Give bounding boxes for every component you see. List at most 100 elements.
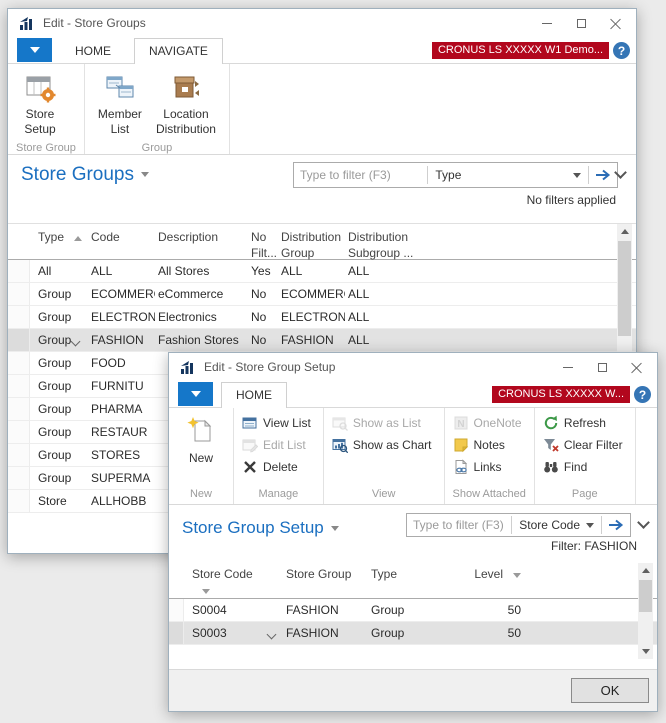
page-title[interactable]: Store Groups	[21, 164, 149, 186]
tab-home[interactable]: HOME	[221, 382, 287, 408]
close-icon[interactable]	[619, 353, 653, 381]
filter-box: Store Code	[406, 513, 631, 537]
apply-filter-button[interactable]	[602, 514, 630, 536]
cell: ALL	[348, 333, 438, 347]
ok-button[interactable]: OK	[571, 678, 649, 703]
ribbon-button-find[interactable]: Find	[541, 458, 629, 476]
notes-icon	[453, 437, 469, 453]
cell: Group	[38, 287, 86, 301]
cell: Yes	[251, 264, 279, 278]
filter-field-dropdown[interactable]: Store Code	[512, 518, 601, 532]
row-selector[interactable]	[8, 352, 30, 374]
table-row[interactable]: GroupELECTRONICElectronicsNoELECTRONICAL…	[8, 306, 636, 329]
company-badge[interactable]: CRONUS LS XXXXX W1 Demo...	[432, 42, 609, 59]
ribbon-button-view-list[interactable]: View List	[240, 414, 317, 432]
ribbon-button-clear-filter[interactable]: Clear Filter	[541, 436, 629, 454]
row-selector[interactable]	[169, 599, 184, 621]
ribbon-button-onenote: NOneNote	[451, 414, 528, 432]
titlebar[interactable]: Edit - Store Group Setup	[169, 353, 657, 381]
ribbon-button-delete[interactable]: Delete	[240, 458, 317, 476]
help-icon[interactable]: ?	[613, 42, 630, 59]
row-selector[interactable]	[8, 283, 30, 305]
cell: ALL	[348, 287, 438, 301]
tab-navigate[interactable]: NAVIGATE	[134, 38, 223, 64]
app-menu-button[interactable]	[178, 382, 213, 406]
scrollbar-thumb[interactable]	[618, 241, 631, 336]
page-title[interactable]: Store Group Setup	[182, 518, 339, 538]
app-menu-button[interactable]	[17, 38, 52, 62]
scrollbar-thumb[interactable]	[639, 580, 652, 612]
row-selector[interactable]	[8, 421, 30, 443]
titlebar[interactable]: Edit - Store Groups	[8, 9, 636, 37]
collapse-page-chevron[interactable]	[616, 168, 626, 178]
column-header-no-filt[interactable]: No Filt...	[251, 230, 279, 261]
column-header-distribution-subgroup[interactable]: Distribution Subgroup ...	[348, 230, 438, 261]
cell: 50	[409, 603, 521, 617]
cell: Group	[38, 356, 86, 370]
vertical-scrollbar[interactable]	[638, 563, 653, 659]
filter-input[interactable]	[407, 518, 511, 532]
window-title: Edit - Store Groups	[43, 16, 146, 30]
column-header-code[interactable]: Code	[91, 230, 155, 246]
row-selector[interactable]	[8, 490, 30, 512]
row-selector[interactable]	[8, 467, 30, 489]
location-distribution-icon	[170, 71, 202, 103]
column-header-description[interactable]: Description	[158, 230, 248, 246]
row-selector[interactable]	[8, 260, 30, 282]
cell-dropdown-icon[interactable]	[267, 630, 277, 640]
links-icon	[453, 459, 469, 475]
close-icon[interactable]	[598, 9, 632, 37]
filter-input[interactable]	[294, 168, 427, 182]
sort-desc-icon	[513, 573, 521, 578]
table-row[interactable]: S0004FASHIONGroup50	[169, 599, 657, 622]
tab-home[interactable]: HOME	[60, 38, 126, 64]
ribbon-button-location-distribution[interactable]: Location Distribution	[149, 67, 223, 139]
collapse-page-chevron[interactable]	[639, 518, 649, 528]
nav-app-icon	[179, 359, 196, 376]
ribbon-button-member-list[interactable]: Member List	[91, 67, 149, 139]
column-header-type[interactable]: Type	[38, 230, 86, 246]
cell: SUPERMA	[91, 471, 155, 485]
row-selector[interactable]	[8, 398, 30, 420]
table-header: Store CodeStore GroupTypeLevel	[169, 561, 657, 599]
filter-field-dropdown[interactable]: Type	[428, 168, 588, 182]
minimize-icon[interactable]	[530, 9, 564, 37]
scroll-up-icon[interactable]	[638, 563, 653, 578]
table-row[interactable]: GroupFASHIONFashion StoresNoFASHIONALL	[8, 329, 636, 352]
ribbon-button-links[interactable]: Links	[451, 458, 528, 476]
table-row[interactable]: GroupECOMMERCEeCommerceNoECOMMERCEALL	[8, 283, 636, 306]
table-row[interactable]: AllALLAll StoresYesALLALL	[8, 260, 636, 283]
cell: FASHION	[286, 603, 366, 617]
ribbon-button-refresh[interactable]: Refresh	[541, 414, 629, 432]
cell: eCommerce	[158, 287, 248, 301]
scroll-up-icon[interactable]	[617, 224, 632, 239]
column-header-store-code[interactable]: Store Code	[192, 567, 264, 598]
refresh-icon	[543, 415, 559, 431]
maximize-icon[interactable]	[564, 9, 598, 37]
show-as-list-icon	[332, 415, 348, 431]
row-selector[interactable]	[8, 375, 30, 397]
apply-filter-button[interactable]	[589, 163, 617, 187]
column-header-store-group[interactable]: Store Group	[286, 567, 366, 583]
company-badge[interactable]: CRONUS LS XXXXX W...	[492, 386, 630, 403]
row-selector[interactable]	[8, 444, 30, 466]
scroll-down-icon[interactable]	[638, 644, 653, 659]
store-setup-icon	[24, 71, 56, 103]
ribbon-button-store-setup[interactable]: Store Setup	[14, 67, 66, 139]
minimize-icon[interactable]	[551, 353, 585, 381]
row-selector[interactable]	[169, 622, 184, 644]
ribbon-button-notes[interactable]: Notes	[451, 436, 528, 454]
cell: ALL	[91, 264, 155, 278]
row-selector[interactable]	[8, 329, 30, 351]
ribbon: Store SetupStore GroupMember ListLocatio…	[8, 64, 636, 155]
member-list-icon	[104, 71, 136, 103]
ribbon-button-new[interactable]: New	[175, 411, 227, 485]
table-row[interactable]: S0003FASHIONGroup50	[169, 622, 657, 645]
row-selector[interactable]	[8, 306, 30, 328]
column-header-level[interactable]: Level	[409, 567, 521, 583]
ribbon-button-show-as-chart[interactable]: Show as Chart	[330, 436, 438, 454]
cell: Group	[38, 448, 86, 462]
cell: All Stores	[158, 264, 248, 278]
help-icon[interactable]: ?	[634, 386, 651, 403]
maximize-icon[interactable]	[585, 353, 619, 381]
